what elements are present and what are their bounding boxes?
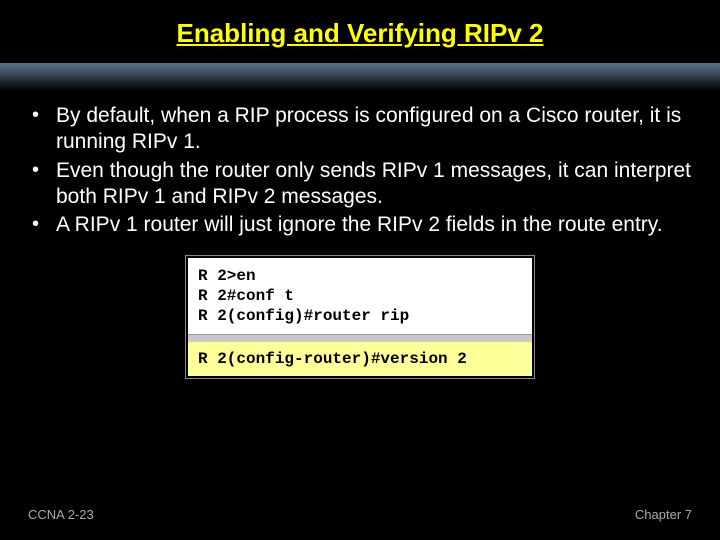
footer: CCNA 2-23 Chapter 7 bbox=[0, 507, 720, 522]
terminal-highlight: R 2(config-router)#version 2 bbox=[188, 341, 532, 376]
terminal-line: R 2#conf t bbox=[198, 286, 522, 306]
content-area: By default, when a RIP process is config… bbox=[0, 91, 720, 378]
bullet-list: By default, when a RIP process is config… bbox=[28, 103, 692, 238]
bullet-item: A RIPv 1 router will just ignore the RIP… bbox=[28, 212, 692, 238]
slide-title: Enabling and Verifying RIPv 2 bbox=[0, 0, 720, 49]
title-band bbox=[0, 63, 720, 91]
terminal-line: R 2(config-router)#version 2 bbox=[198, 350, 522, 368]
footer-left: CCNA 2-23 bbox=[28, 507, 94, 522]
terminal-commands: R 2>en R 2#conf t R 2(config)#router rip bbox=[188, 258, 532, 335]
terminal-block: R 2>en R 2#conf t R 2(config)#router rip… bbox=[186, 256, 534, 378]
bullet-item: By default, when a RIP process is config… bbox=[28, 103, 692, 156]
terminal-line: R 2>en bbox=[198, 266, 522, 286]
bullet-item: Even though the router only sends RIPv 1… bbox=[28, 158, 692, 211]
footer-right: Chapter 7 bbox=[635, 507, 692, 522]
terminal-line: R 2(config)#router rip bbox=[198, 306, 522, 326]
